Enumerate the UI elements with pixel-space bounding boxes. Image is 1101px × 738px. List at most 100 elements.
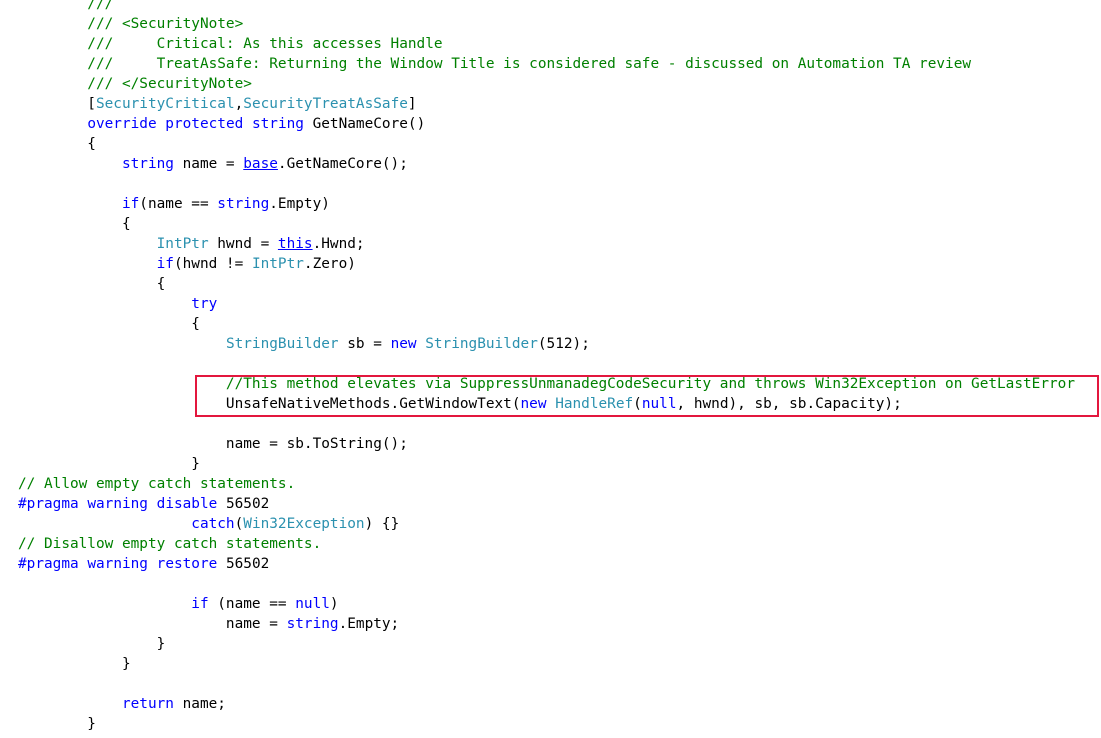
- code-token: new: [390, 336, 417, 352]
- code-line: [SecurityCritical,SecurityTreatAsSafe]: [18, 94, 1075, 114]
- code-token: null: [641, 396, 677, 412]
- code-token: (512);: [537, 336, 590, 352]
- code-line: /// TreatAsSafe: Returning the Window Ti…: [18, 54, 1075, 74]
- code-token: return: [121, 696, 174, 712]
- code-line: #pragma warning restore 56502: [18, 554, 1075, 574]
- code-token: }: [18, 636, 166, 652]
- code-line: {: [18, 314, 1075, 334]
- code-line: try: [18, 294, 1075, 314]
- code-token: hwnd =: [208, 236, 278, 252]
- code-token: , hwnd), sb, sb.Capacity);: [676, 396, 902, 412]
- code-line: }: [18, 714, 1075, 734]
- code-token: .Empty;: [338, 616, 400, 632]
- code-token: name =: [18, 616, 287, 632]
- code-line: /// </SecurityNote>: [18, 74, 1075, 94]
- code-editor[interactable]: /// /// <SecurityNote> /// Critical: As …: [18, 0, 1075, 734]
- code-token: }: [18, 716, 96, 732]
- code-line: // Disallow empty catch statements.: [18, 534, 1075, 554]
- code-line: {: [18, 134, 1075, 154]
- code-token: if: [191, 596, 209, 612]
- code-token: 56502: [217, 556, 270, 572]
- code-line: ///: [18, 0, 1075, 14]
- code-token: override: [87, 116, 157, 132]
- code-token: .Hwnd;: [312, 236, 365, 252]
- code-token: null: [295, 596, 330, 612]
- code-token: new: [520, 396, 547, 412]
- code-line: }: [18, 454, 1075, 474]
- code-token: disable: [156, 496, 218, 512]
- code-token: {: [18, 276, 166, 292]
- code-token: this: [277, 236, 313, 252]
- code-line: return name;: [18, 694, 1075, 714]
- code-line: name = sb.ToString();: [18, 434, 1075, 454]
- code-token: string: [286, 616, 339, 632]
- code-token: ]: [407, 96, 417, 112]
- code-token: (name ==: [208, 596, 296, 612]
- code-token: if: [156, 256, 174, 272]
- code-line: }: [18, 654, 1075, 674]
- code-token: /// Critical: As this accesses Handle: [18, 36, 443, 52]
- code-line: string name = base.GetNameCore();: [18, 154, 1075, 174]
- code-token: UnsafeNativeMethods.GetWindowText(: [18, 396, 521, 412]
- code-token: #pragma: [18, 556, 79, 572]
- code-token: (: [234, 516, 244, 532]
- code-token: warning: [87, 496, 148, 512]
- code-token: SecurityCritical: [95, 96, 235, 112]
- code-line: catch(Win32Exception) {}: [18, 514, 1075, 534]
- code-token: [: [18, 96, 96, 112]
- code-token: StringBuilder: [425, 336, 538, 352]
- code-token: IntPtr: [156, 236, 209, 252]
- code-token: ///: [18, 0, 114, 12]
- code-line: UnsafeNativeMethods.GetWindowText(new Ha…: [18, 394, 1075, 414]
- code-token: // Allow empty catch statements.: [18, 476, 296, 492]
- code-token: catch: [191, 516, 235, 532]
- code-line: //This method elevates via SuppressUnman…: [18, 374, 1075, 394]
- code-line: override protected string GetNameCore(): [18, 114, 1075, 134]
- code-token: //This method elevates via SuppressUnman…: [18, 376, 1075, 392]
- code-token: (name ==: [139, 196, 218, 212]
- code-token: .Zero): [303, 256, 356, 272]
- code-token: sb =: [338, 336, 391, 352]
- code-token: StringBuilder: [225, 336, 339, 352]
- code-token: HandleRef: [555, 396, 634, 412]
- code-token: (: [633, 396, 642, 412]
- code-token: (hwnd !=: [173, 256, 252, 272]
- code-token: {: [18, 316, 200, 332]
- code-line: if (name == null): [18, 594, 1075, 614]
- code-token: if: [121, 196, 140, 212]
- code-token: name = sb.ToString();: [18, 436, 408, 452]
- code-token: #pragma: [18, 496, 79, 512]
- code-token: ,: [234, 96, 244, 112]
- code-line: name = string.Empty;: [18, 614, 1075, 634]
- code-token: .GetNameCore();: [277, 156, 408, 172]
- code-token: name =: [173, 156, 244, 172]
- code-token: ///: [18, 16, 122, 32]
- code-line: IntPtr hwnd = this.Hwnd;: [18, 234, 1075, 254]
- code-line: }: [18, 634, 1075, 654]
- code-token: }: [18, 456, 200, 472]
- code-token: string: [251, 116, 304, 132]
- code-token: SecurityTreatAsSafe: [243, 96, 408, 112]
- code-line: /// <SecurityNote>: [18, 14, 1075, 34]
- code-token: // Disallow empty catch statements.: [18, 536, 322, 552]
- code-token: try: [191, 296, 218, 312]
